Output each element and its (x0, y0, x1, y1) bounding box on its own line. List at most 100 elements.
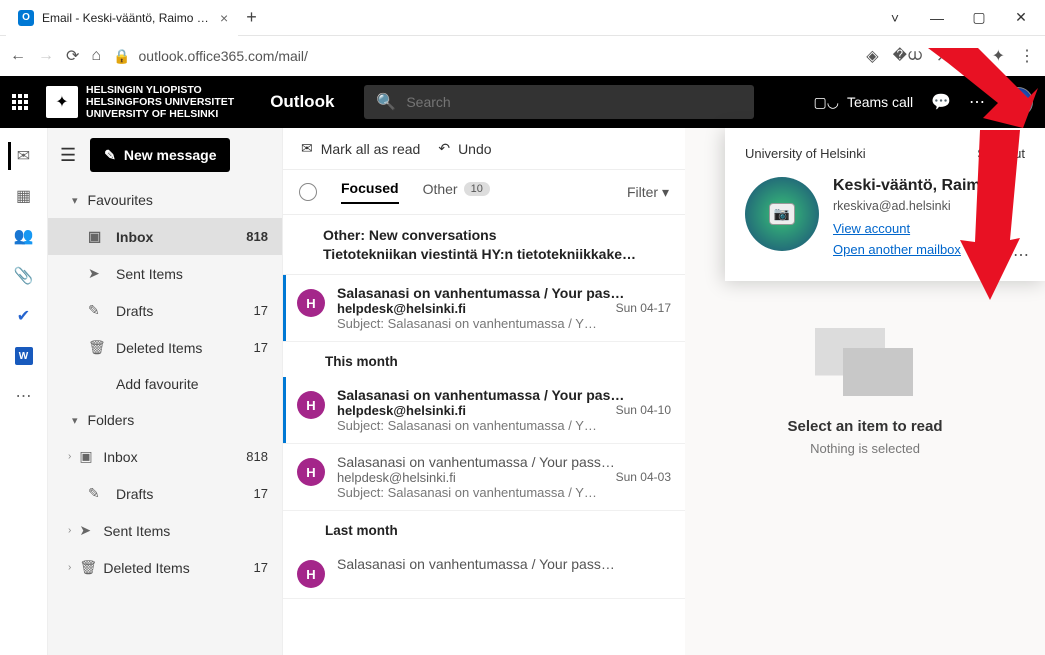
drafts-icon: ✎ (88, 302, 104, 319)
filter-button[interactable]: Filter ▾ (627, 184, 669, 201)
tab-title: Email - Keski-vääntö, Raimo - Ou (42, 11, 212, 25)
message-subject: Salasanasi on vanhentumassa / Your pas… (337, 387, 671, 403)
favourites-section[interactable]: ▾ Favourites (48, 182, 282, 218)
sent-icon: ➤ (79, 522, 95, 539)
folder-drafts[interactable]: ✎ Drafts 17 (48, 292, 282, 329)
inbox-icon: ▣ (79, 448, 95, 465)
folder-deleted[interactable]: 🗑 Deleted Items 17 (48, 329, 282, 366)
message-item[interactable]: H Salasanasi on vanhentumassa / Your pas… (283, 546, 685, 599)
install-icon[interactable]: �ധ (893, 47, 922, 65)
people-module-icon[interactable]: 👥 (10, 222, 38, 250)
reload-icon[interactable]: ⟳ (66, 46, 79, 66)
folder-drafts2[interactable]: ✎ Drafts 17 (48, 475, 282, 512)
folder-deleted2[interactable]: › 🗑 Deleted Items 17 (48, 549, 282, 586)
other-preview-box[interactable]: Other: New conversations Tietotekniikan … (283, 215, 685, 275)
teams-call-button[interactable]: ▢◡ Teams call (813, 94, 913, 111)
message-item[interactable]: H Salasanasi on vanhentumassa / Your pas… (283, 444, 685, 511)
add-favourite-label: Add favourite (116, 376, 199, 392)
favourites-label: Favourites (88, 192, 153, 208)
browser-titlebar: O Email - Keski-vääntö, Raimo - Ou × + ˅… (0, 0, 1045, 36)
folder-label: Inbox (116, 229, 153, 245)
select-all-checkbox[interactable] (299, 183, 317, 201)
message-item[interactable]: H Salasanasi on vanhentumassa / Your pas… (283, 377, 685, 444)
message-subject: Salasanasi on vanhentumassa / Your pass… (337, 556, 671, 572)
folder-count: 17 (254, 340, 268, 355)
eye-icon[interactable]: ◈ (866, 46, 878, 66)
tab-focused[interactable]: Focused (341, 180, 399, 204)
window-close-icon[interactable]: ✕ (1001, 3, 1041, 33)
annotation-arrow-1 (928, 48, 1038, 128)
new-tab-button[interactable]: + (246, 7, 257, 28)
inbox-icon: ▣ (88, 228, 104, 245)
other-count-badge: 10 (464, 182, 490, 196)
mark-all-read-label: Mark all as read (321, 141, 421, 157)
mail-open-icon: ✉ (301, 140, 313, 157)
forward-icon[interactable]: → (38, 47, 54, 65)
mark-all-read-button[interactable]: ✉ Mark all as read (301, 140, 420, 157)
folder-sent2[interactable]: › ➤ Sent Items (48, 512, 282, 549)
window-minimize-icon[interactable]: — (917, 3, 957, 33)
message-item[interactable]: H Salasanasi on vanhentumassa / Your pas… (283, 275, 685, 342)
undo-label: Undo (458, 141, 491, 157)
camera-icon[interactable]: 📷 (769, 203, 795, 225)
browser-address-bar: ← → ⟳ ⌂ 🔒 outlook.office365.com/mail/ ◈ … (0, 36, 1045, 76)
folder-label: Deleted Items (103, 560, 189, 576)
folder-count: 818 (246, 229, 268, 244)
chevron-down-icon: ▾ (662, 184, 669, 200)
search-box[interactable]: 🔍 (364, 85, 754, 119)
chevron-right-icon: › (68, 562, 71, 573)
message-subject: Salasanasi on vanhentumassa / Your pas… (337, 285, 671, 301)
folders-section[interactable]: ▾ Folders (48, 402, 282, 438)
folder-count: 818 (246, 449, 268, 464)
account-avatar-large[interactable]: 📷 (745, 177, 819, 251)
calendar-module-icon[interactable]: ▦ (10, 182, 38, 210)
folder-count: 17 (254, 303, 268, 318)
annotation-arrow-2 (950, 130, 1020, 300)
more-apps-icon[interactable]: ⋯ (10, 382, 38, 410)
teams-label: Teams call (847, 94, 913, 110)
folder-pane: ☰ ✎ New message ▾ Favourites ▣ Inbox 818… (48, 128, 283, 655)
back-icon[interactable]: ← (10, 47, 26, 65)
undo-button[interactable]: ↶ Undo (438, 140, 491, 157)
files-module-icon[interactable]: 📎 (10, 262, 38, 290)
mail-module-icon[interactable]: ✉ (8, 142, 36, 170)
folder-inbox2[interactable]: › ▣ Inbox 818 (48, 438, 282, 475)
window-maximize-icon[interactable]: ▢ (959, 3, 999, 33)
other-preview-text: Tietotekniikan viestintä HY:n tietotekni… (323, 246, 667, 262)
folder-label: Deleted Items (116, 340, 202, 356)
message-preview: Subject: Salasanasi on vanhentumassa / Y… (337, 316, 671, 331)
chevron-right-icon: › (68, 525, 71, 536)
reading-subtitle: Nothing is selected (810, 441, 920, 456)
sender-avatar: H (297, 458, 325, 486)
tab-other[interactable]: Other 10 (423, 181, 490, 203)
message-subject: Salasanasi on vanhentumassa / Your pass… (337, 454, 671, 470)
reading-title: Select an item to read (787, 418, 942, 435)
search-input[interactable] (406, 94, 742, 110)
folder-label: Sent Items (116, 266, 183, 282)
message-from: helpdesk@helsinki.fi (337, 403, 466, 418)
todo-module-icon[interactable]: ✔ (10, 302, 38, 330)
hamburger-icon[interactable]: ☰ (60, 145, 76, 166)
envelope-icon (815, 328, 915, 398)
add-favourite[interactable]: Add favourite (48, 366, 282, 402)
undo-icon: ↶ (438, 140, 450, 157)
home-icon[interactable]: ⌂ (91, 47, 101, 65)
app-launcher-icon[interactable] (12, 94, 30, 110)
new-message-label: New message (124, 147, 217, 163)
group-header: This month (283, 342, 685, 377)
message-list: ✉ Mark all as read ↶ Undo Focused Other … (283, 128, 685, 655)
new-message-button[interactable]: ✎ New message (90, 138, 230, 172)
chevron-right-icon: › (68, 451, 71, 462)
compose-icon: ✎ (104, 147, 116, 164)
folder-sent[interactable]: ➤ Sent Items (48, 255, 282, 292)
org-label: University of Helsinki (745, 146, 866, 161)
url-box[interactable]: 🔒 outlook.office365.com/mail/ (113, 48, 854, 65)
app-name[interactable]: Outlook (270, 92, 334, 112)
word-module-icon[interactable]: W (10, 342, 38, 370)
search-icon: 🔍 (376, 92, 396, 112)
window-dropdown-icon[interactable]: ˅ (875, 3, 915, 33)
browser-tab[interactable]: O Email - Keski-vääntö, Raimo - Ou × (6, 0, 238, 36)
folder-inbox[interactable]: ▣ Inbox 818 (48, 218, 282, 255)
other-preview-title: Other: New conversations (323, 227, 667, 243)
tab-close-icon[interactable]: × (220, 10, 228, 26)
